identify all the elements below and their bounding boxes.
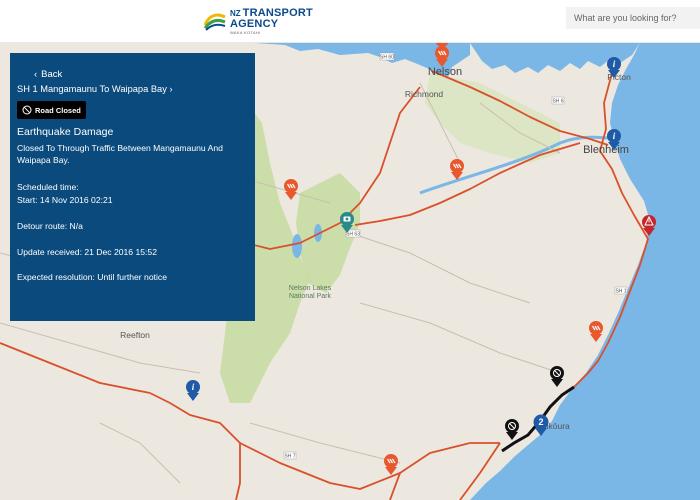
chevron-right-icon: ›: [169, 84, 173, 94]
place-park-wrap: Nelson Lakes National Park: [288, 285, 332, 300]
event-title: Earthquake Damage: [17, 126, 114, 138]
place-nelson-lakes-park: Nelson Lakes National Park: [288, 285, 332, 300]
sh7-shield: SH 7: [283, 451, 297, 460]
route-name: SH 1 Mangamaunu To Waipapa Bay: [17, 84, 167, 94]
sh7-text: SH 7: [284, 454, 295, 460]
place-richmond: Richmond: [405, 89, 444, 99]
back-label: Back: [41, 69, 63, 80]
logo-line1: TRANSPORT: [242, 6, 313, 19]
sh60-text: SH 60: [380, 55, 394, 61]
nzta-logo[interactable]: NZ TRANSPORT AGENCY WAKA KOTAHI: [203, 4, 313, 38]
site-header: NZ TRANSPORT AGENCY WAKA KOTAHI: [0, 0, 700, 43]
back-button[interactable]: ‹ Back: [34, 69, 247, 80]
sh1-shield: SH 1: [614, 286, 628, 295]
cluster-count: 2: [538, 417, 543, 427]
chevron-left-icon: ‹: [34, 69, 38, 80]
scheduled-label: Scheduled time:: [17, 181, 79, 192]
event-detail-panel: ‹ Back SH 1 Mangamaunu To Waipapa Bay › …: [10, 53, 255, 321]
update-received: Update received: 21 Dec 2016 15:52: [17, 246, 157, 257]
sh60-shield: SH 60: [379, 52, 395, 61]
road-closed-badge: Road Closed: [17, 101, 86, 119]
route-link[interactable]: SH 1 Mangamaunu To Waipapa Bay ›: [17, 84, 247, 94]
logo-nz-text: NZ: [230, 8, 241, 18]
sh6-shield: SH 6: [551, 96, 565, 105]
logo-line2: AGENCY: [230, 17, 279, 30]
detour-route: Detour route: N/a: [17, 220, 83, 231]
place-nelson: Nelson: [428, 66, 462, 78]
no-entry-icon: [22, 105, 32, 115]
place-reefton: Reefton: [120, 330, 150, 340]
scheduled-value: Start: 14 Nov 2016 02:21: [17, 194, 113, 205]
sh63-text: SH 63: [346, 232, 360, 238]
badge-label: Road Closed: [35, 105, 81, 115]
lake-rotoiti: [292, 234, 302, 258]
sh1-text: SH 1: [615, 289, 626, 295]
sh6-text: SH 6: [552, 99, 563, 105]
event-description: Closed To Through Traffic Between Mangam…: [17, 143, 223, 166]
place-blenheim: Blenheim: [583, 144, 629, 156]
search-input[interactable]: [566, 7, 700, 29]
scheduled-time: Scheduled time: Start: 14 Nov 2016 02:21: [17, 181, 247, 207]
logo-subtitle: WAKA KOTAHI: [230, 29, 261, 35]
expected-resolution: Expected resolution: Until further notic…: [17, 272, 167, 283]
nzta-swoosh-icon: [203, 13, 226, 31]
